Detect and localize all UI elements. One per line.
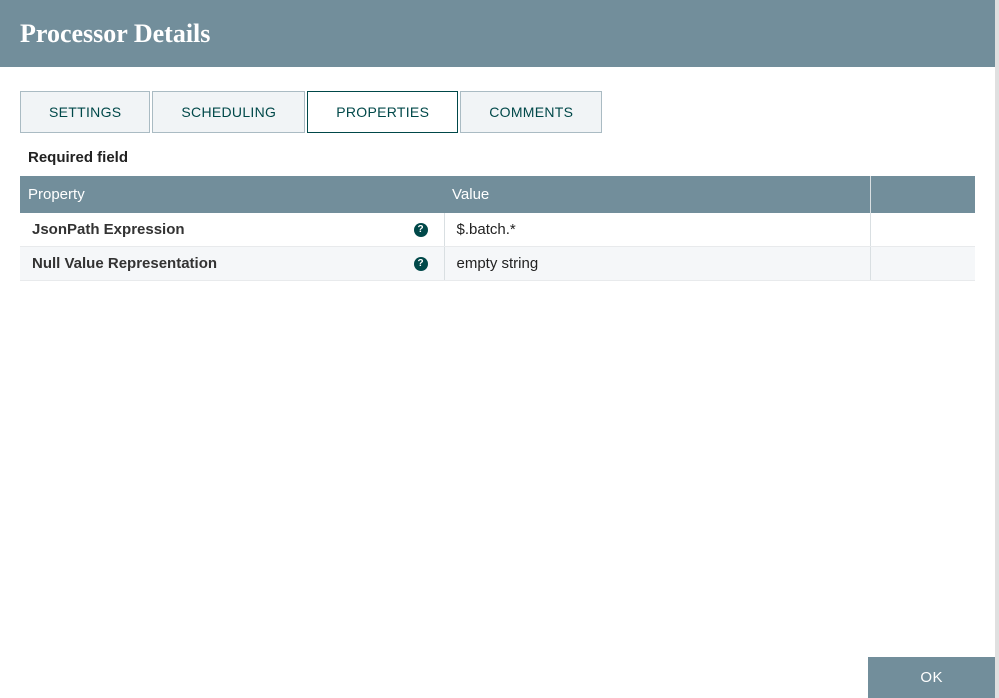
dialog-content: SETTINGS SCHEDULING PROPERTIES COMMENTS … xyxy=(0,91,995,281)
tab-properties[interactable]: PROPERTIES xyxy=(307,91,458,133)
table-header: Property Value xyxy=(20,176,975,213)
property-name: Null Value Representation xyxy=(32,255,217,272)
column-header-value: Value xyxy=(444,176,870,213)
dialog-footer: OK xyxy=(868,657,995,698)
dialog-title: Processor Details xyxy=(20,19,210,49)
property-value-cell[interactable]: $.batch.* xyxy=(444,213,870,247)
tab-scheduling[interactable]: SCHEDULING xyxy=(152,91,305,133)
property-value: $.batch.* xyxy=(457,221,516,238)
property-action-cell xyxy=(870,247,975,281)
table-row: Null Value Representation ? empty string xyxy=(20,247,975,281)
property-action-cell xyxy=(870,213,975,247)
dialog-header: Processor Details xyxy=(0,0,999,67)
property-name: JsonPath Expression xyxy=(32,221,185,238)
help-icon[interactable]: ? xyxy=(414,257,428,271)
properties-table: Property Value JsonPath Expression ? $.b… xyxy=(20,176,975,281)
ok-button[interactable]: OK xyxy=(868,657,995,698)
property-value-cell[interactable]: empty string xyxy=(444,247,870,281)
column-header-actions xyxy=(870,176,975,213)
column-header-property: Property xyxy=(20,176,444,213)
required-field-label: Required field xyxy=(28,149,975,166)
tabs-container: SETTINGS SCHEDULING PROPERTIES COMMENTS xyxy=(20,91,975,133)
tab-settings[interactable]: SETTINGS xyxy=(20,91,150,133)
tab-comments[interactable]: COMMENTS xyxy=(460,91,602,133)
help-icon[interactable]: ? xyxy=(414,223,428,237)
vertical-scrollbar[interactable] xyxy=(995,0,999,698)
property-value: empty string xyxy=(457,255,539,272)
table-row: JsonPath Expression ? $.batch.* xyxy=(20,213,975,247)
